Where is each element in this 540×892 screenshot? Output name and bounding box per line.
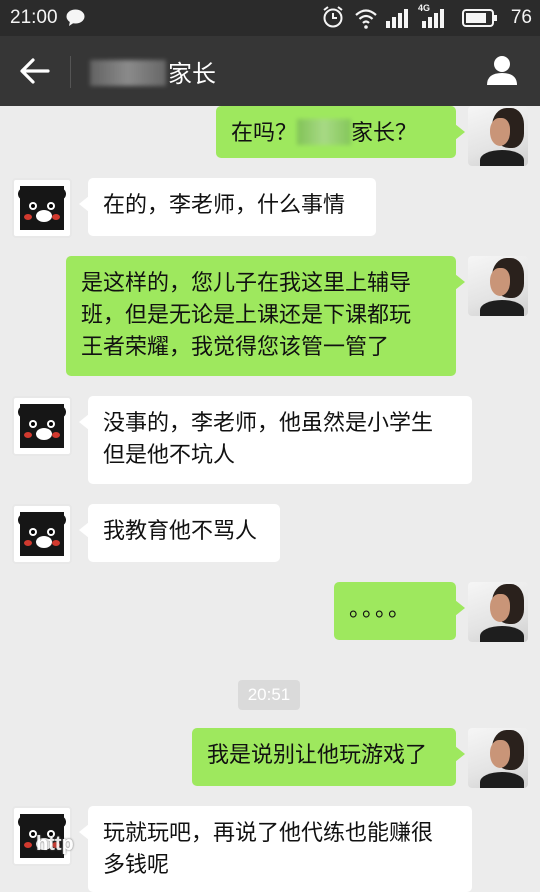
chat-title-text: 家长 — [168, 60, 216, 88]
message-line: 是这样的，您儿子在我这里上辅导 — [81, 271, 412, 296]
message-bubble-outgoing[interactable]: 。。。。 — [334, 582, 465, 640]
message-bubble-incoming[interactable]: 我教育他不骂人 — [79, 504, 280, 562]
wifi-icon — [355, 9, 377, 29]
redacted-name — [297, 119, 352, 145]
message-text: 。。。。 — [349, 597, 413, 622]
message-timestamp: 20:51 — [238, 680, 300, 710]
self-avatar[interactable] — [468, 728, 528, 788]
message-bubble-outgoing[interactable]: 在吗？ 家长？ — [216, 106, 465, 158]
battery-icon — [462, 9, 497, 27]
status-right-group: 4G 76 — [322, 3, 532, 31]
self-avatar[interactable] — [468, 106, 528, 166]
message-line: 但是他不坑人 — [103, 443, 236, 468]
watermark-text: http — [36, 833, 74, 855]
signal-4g-icon: 4G — [418, 3, 450, 29]
self-avatar[interactable] — [468, 582, 528, 642]
message-text: 我教育他不骂人 — [103, 519, 258, 544]
battery-level: 76 — [510, 7, 532, 28]
message-line: 多钱呢 — [103, 853, 170, 878]
message-bubble-outgoing[interactable]: 是这样的，您儿子在我这里上辅导 班，但是无论是上课还是下课都玩 王者荣耀，我觉得… — [66, 256, 465, 376]
message-text: 在吗？ — [231, 121, 298, 146]
person-icon[interactable] — [486, 54, 518, 86]
redacted-name — [90, 60, 166, 86]
chat-title: 家长 — [90, 54, 216, 89]
chat-area[interactable]: 在吗？ 家长？ 在的，李老师，什么事情 是这样的，您儿子在我这里上辅导 班，但是无… — [0, 106, 540, 892]
message-bubble-outgoing[interactable]: 我是说别让他玩游戏了 — [192, 728, 465, 786]
header-divider — [70, 56, 71, 88]
chat-header: 家长 — [0, 36, 540, 106]
signal-icon — [386, 9, 408, 28]
back-arrow-icon[interactable] — [18, 56, 52, 86]
message-text: 在的，李老师，什么事情 — [103, 193, 346, 218]
message-bubble-incoming[interactable]: 玩就玩吧，再说了他代练也能赚很 多钱呢 — [79, 806, 472, 892]
message-line: 王者荣耀，我觉得您该管一管了 — [81, 335, 390, 360]
message-text: 我是说别让他玩游戏了 — [207, 743, 428, 768]
message-line: 没事的，李老师，他虽然是小学生 — [103, 411, 434, 436]
status-time: 21:00 — [10, 7, 58, 28]
message-text: 家长？ — [351, 121, 418, 146]
contact-avatar[interactable] — [12, 504, 72, 564]
contact-avatar[interactable] — [12, 396, 72, 456]
status-bar: 21:00 4G 76 — [0, 0, 540, 36]
contact-avatar[interactable] — [12, 178, 72, 238]
message-line: 玩就玩吧，再说了他代练也能赚很 — [103, 821, 434, 846]
message-bubble-incoming[interactable]: 在的，李老师，什么事情 — [79, 178, 376, 236]
message-bubble-incoming[interactable]: 没事的，李老师，他虽然是小学生 但是他不坑人 — [79, 396, 472, 484]
message-icon — [66, 9, 85, 26]
self-avatar[interactable] — [468, 256, 528, 316]
alarm-icon — [323, 6, 343, 28]
message-line: 班，但是无论是上课还是下课都玩 — [81, 303, 412, 328]
